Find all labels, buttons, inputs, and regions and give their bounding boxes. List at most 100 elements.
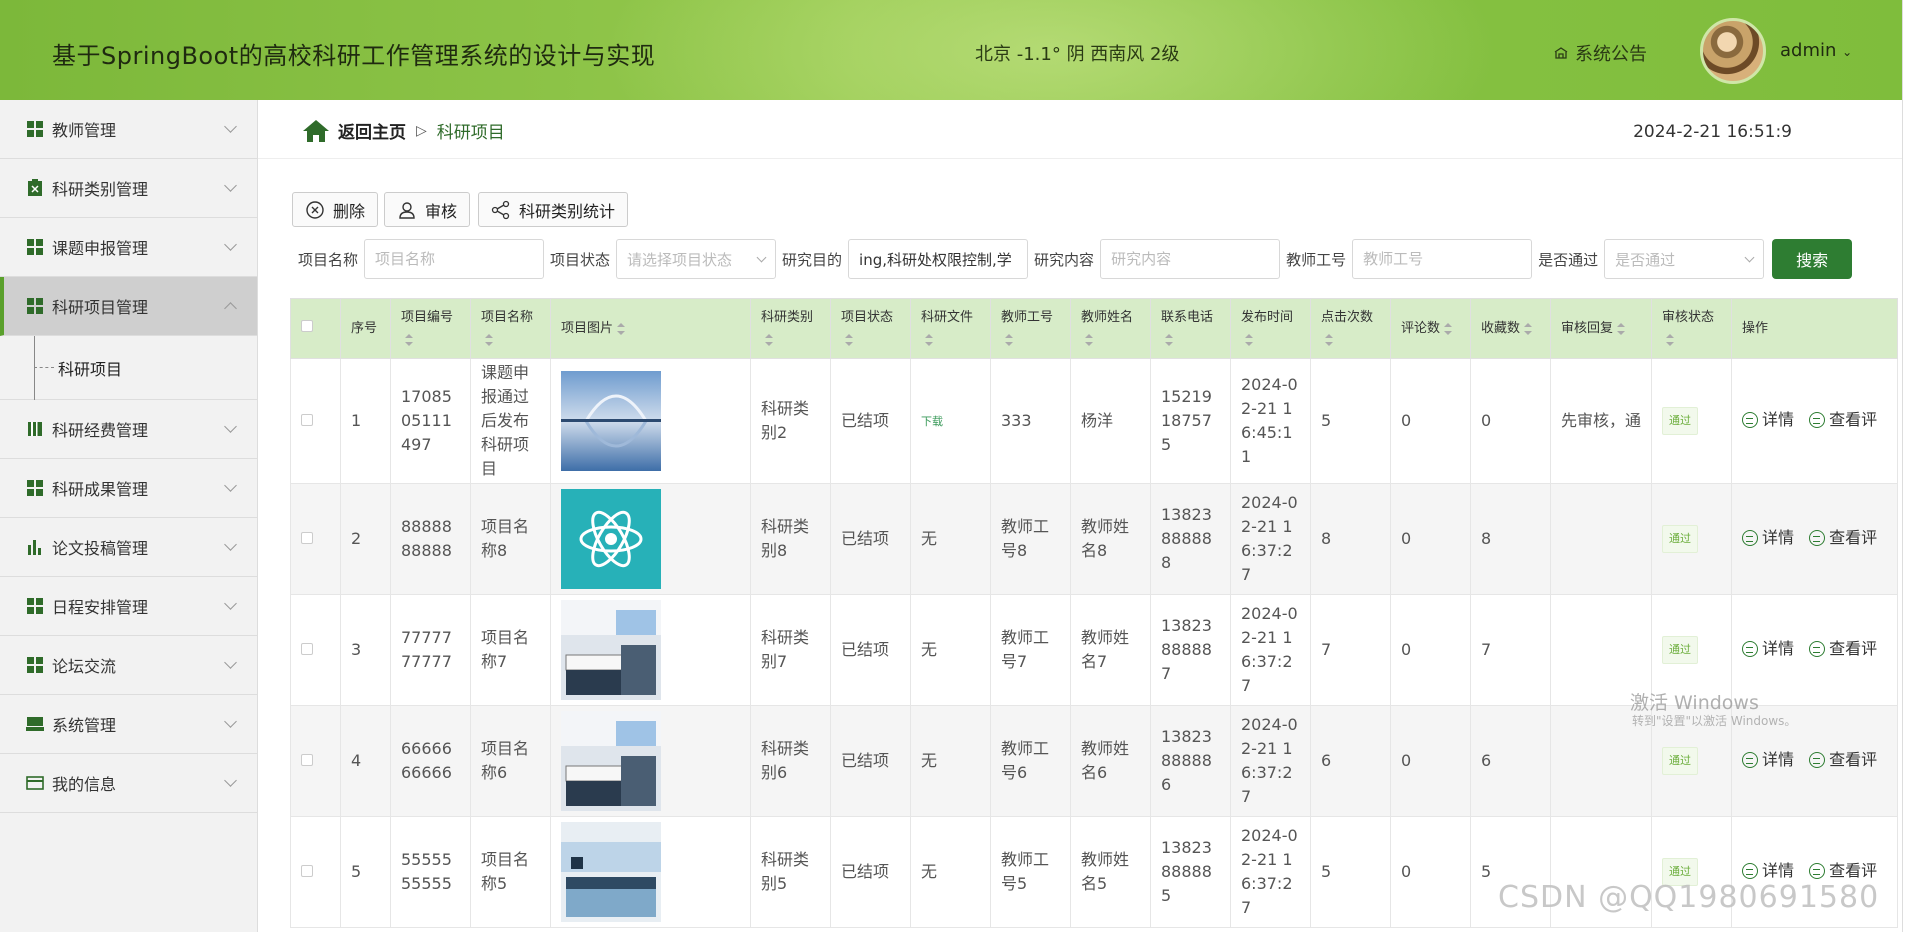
detail-icon: [1742, 529, 1759, 546]
column-header[interactable]: 收藏数: [1470, 298, 1551, 359]
sort-icon[interactable]: [1005, 334, 1013, 346]
sort-icon[interactable]: [925, 334, 933, 346]
column-header[interactable]: 科研文件: [910, 298, 991, 359]
row-checkbox[interactable]: [301, 865, 313, 877]
column-header[interactable]: 项目名称: [470, 298, 551, 359]
project-image-cell: [550, 594, 751, 706]
row-checkbox[interactable]: [301, 643, 313, 655]
sort-icon[interactable]: [485, 334, 493, 346]
status-cell: 已结项: [830, 816, 911, 928]
project-name-input[interactable]: [364, 239, 545, 279]
sidebar-item-teacher[interactable]: 教师管理: [0, 100, 257, 159]
project-image[interactable]: [561, 600, 740, 700]
sidebar-item-forum[interactable]: 论坛交流: [0, 636, 257, 695]
sort-icon[interactable]: [1666, 334, 1675, 346]
sidebar-item-category[interactable]: 科研类别管理: [0, 159, 257, 218]
column-header[interactable]: 评论数: [1390, 298, 1471, 359]
view-review-button[interactable]: 查看评: [1809, 748, 1877, 772]
notice-link[interactable]: 系统公告: [1553, 40, 1647, 66]
sort-icon[interactable]: [1617, 322, 1626, 335]
avatar[interactable]: [1700, 18, 1766, 84]
home-icon[interactable]: [302, 119, 330, 143]
detail-button[interactable]: 详情: [1742, 637, 1794, 661]
column-header[interactable]: 发布时间: [1230, 298, 1311, 359]
table-row[interactable]: 1 1708505111497 课题申报通过后发布科研项目 科研类别2 已结项 …: [290, 358, 1899, 484]
column-header-label: 项目状态: [841, 309, 894, 325]
user-menu[interactable]: admin ⌄: [1780, 40, 1852, 61]
phone-cell: 15219187575: [1150, 358, 1231, 484]
project-image[interactable]: [561, 489, 740, 589]
sort-icon[interactable]: [845, 334, 853, 346]
teacher-name-cell: 教师姓名5: [1070, 816, 1151, 928]
monitor-icon: [26, 715, 44, 733]
column-header[interactable]: 项目图片: [550, 298, 751, 359]
column-header[interactable]: 点击次数: [1310, 298, 1391, 359]
sort-icon[interactable]: [1444, 322, 1453, 335]
download-link[interactable]: 下载: [921, 415, 943, 428]
view-review-button[interactable]: 查看评: [1809, 637, 1877, 661]
sort-icon[interactable]: [405, 334, 413, 346]
sort-icon[interactable]: [1085, 334, 1093, 346]
column-header[interactable]: 教师姓名: [1070, 298, 1151, 359]
sidebar-item-project[interactable]: 科研项目管理: [0, 277, 257, 336]
view-review-button[interactable]: 查看评: [1809, 526, 1877, 550]
sidebar-subitem-project[interactable]: 科研项目: [0, 336, 257, 400]
sidebar-item-schedule[interactable]: 日程安排管理: [0, 577, 257, 636]
search-button[interactable]: 搜索: [1772, 239, 1853, 279]
file-cell-wrap: 无: [910, 705, 991, 817]
column-header[interactable]: 审核状态: [1651, 298, 1733, 359]
view-review-button[interactable]: 查看评: [1809, 408, 1877, 432]
detail-button[interactable]: 详情: [1742, 748, 1794, 772]
row-checkbox[interactable]: [301, 414, 313, 426]
project-image[interactable]: [561, 711, 740, 811]
column-header[interactable]: 联系电话: [1150, 298, 1231, 359]
sort-icon[interactable]: [1325, 334, 1333, 346]
sort-icon[interactable]: [1524, 322, 1533, 335]
column-header[interactable]: 项目状态: [830, 298, 911, 359]
teacher-id-cell: 教师工号6: [990, 705, 1071, 817]
category-stats-button[interactable]: 科研类别统计: [478, 192, 629, 227]
scrollbar[interactable]: [1902, 0, 1920, 932]
sort-icon[interactable]: [765, 334, 773, 346]
main-content: 返回主页 ▷ 科研项目 2024-2-21 16:51:9 删除 审核 科研类别…: [258, 100, 1902, 932]
project-image[interactable]: [561, 371, 740, 471]
detail-button[interactable]: 详情: [1742, 859, 1794, 883]
purpose-input[interactable]: [848, 239, 1029, 279]
sidebar-subitem-label: 科研项目: [58, 359, 123, 379]
delete-button[interactable]: 删除: [292, 192, 379, 227]
sort-icon[interactable]: [1165, 334, 1173, 346]
comments-cell: 0: [1390, 705, 1471, 817]
row-checkbox[interactable]: [301, 754, 313, 766]
sidebar-item-profile[interactable]: 我的信息: [0, 754, 257, 813]
column-header[interactable]: 项目编号: [390, 298, 471, 359]
detail-button[interactable]: 详情: [1742, 408, 1794, 432]
sidebar-item-system[interactable]: 系统管理: [0, 695, 257, 754]
project-image[interactable]: [561, 822, 740, 922]
content-input[interactable]: [1100, 239, 1281, 279]
sidebar-item-funding[interactable]: 科研经费管理: [0, 400, 257, 459]
sidebar-item-proposal[interactable]: 课题申报管理: [0, 218, 257, 277]
teacher-id-input[interactable]: [1352, 239, 1533, 279]
column-header[interactable]: 科研类别: [750, 298, 831, 359]
column-header[interactable]: 教师工号: [990, 298, 1071, 359]
select-all-header: [290, 298, 341, 359]
breadcrumb-home-link[interactable]: 返回主页: [338, 118, 406, 143]
column-header[interactable]: 审核回复: [1549, 298, 1653, 359]
clicks-cell: 7: [1310, 594, 1391, 706]
row-checkbox[interactable]: [301, 532, 313, 544]
review-button[interactable]: 审核: [384, 192, 471, 227]
select-all-checkbox[interactable]: [301, 320, 313, 332]
sort-icon[interactable]: [617, 322, 626, 335]
file-cell-wrap: 无: [910, 483, 991, 595]
status-badge: 通过: [1662, 407, 1699, 435]
review-icon: [1809, 411, 1826, 428]
sort-icon[interactable]: [1245, 334, 1253, 346]
passed-select[interactable]: 是否通过: [1604, 239, 1765, 279]
chevron-down-icon: [224, 179, 237, 192]
table-row[interactable]: 2 8888888888 项目名称8 科研类别8 已结项 无 教师工号8 教师姓…: [290, 483, 1899, 595]
sidebar-item-paper[interactable]: 论文投稿管理: [0, 518, 257, 577]
view-review-button[interactable]: 查看评: [1809, 859, 1877, 883]
sidebar-item-achievement[interactable]: 科研成果管理: [0, 459, 257, 518]
detail-button[interactable]: 详情: [1742, 526, 1794, 550]
project-status-select[interactable]: 请选择项目状态: [616, 239, 777, 279]
